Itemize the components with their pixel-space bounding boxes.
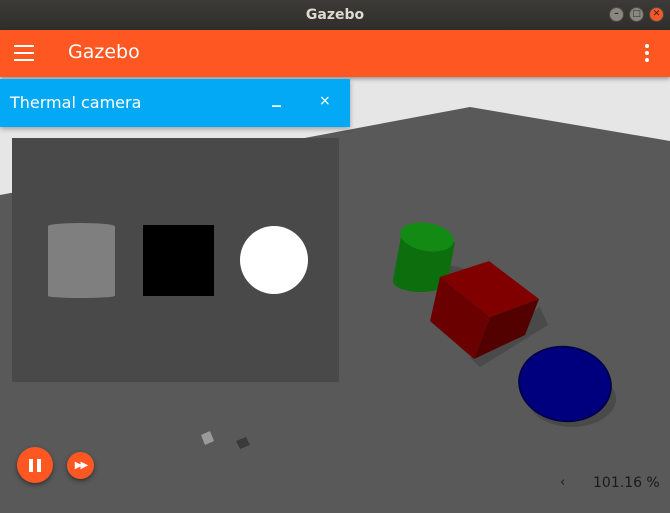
thermal-camera-panel-header[interactable]: Thermal camera _ × xyxy=(0,79,350,127)
panel-close-button[interactable]: × xyxy=(319,93,331,109)
thermal-camera-image xyxy=(12,138,339,382)
fast-forward-icon: ▶▶ xyxy=(74,460,88,471)
maximize-window-button[interactable]: □ xyxy=(629,7,644,22)
panel-title: Thermal camera xyxy=(10,93,142,112)
app-title: Gazebo xyxy=(68,41,140,63)
thermal-cylinder xyxy=(48,223,115,298)
minimize-window-button[interactable]: – xyxy=(609,7,624,22)
pause-button[interactable] xyxy=(17,447,53,483)
hamburger-icon[interactable] xyxy=(14,45,34,61)
window-titlebar: Gazebo – □ ✕ xyxy=(0,0,670,30)
thermal-sphere xyxy=(240,226,308,294)
kebab-icon[interactable] xyxy=(645,44,649,65)
thermal-box xyxy=(143,225,214,296)
pause-icon xyxy=(29,458,41,472)
step-button[interactable]: ▶▶ xyxy=(67,452,94,479)
app-bar: Gazebo xyxy=(0,30,670,77)
real-time-factor: 101.16 % xyxy=(593,475,660,491)
panel-minimize-button[interactable]: _ xyxy=(272,87,281,108)
window-controls: – □ ✕ xyxy=(609,7,664,22)
close-window-button[interactable]: ✕ xyxy=(649,7,664,22)
window-title: Gazebo xyxy=(305,7,365,23)
rtf-expand-button[interactable]: ‹ xyxy=(560,475,565,490)
